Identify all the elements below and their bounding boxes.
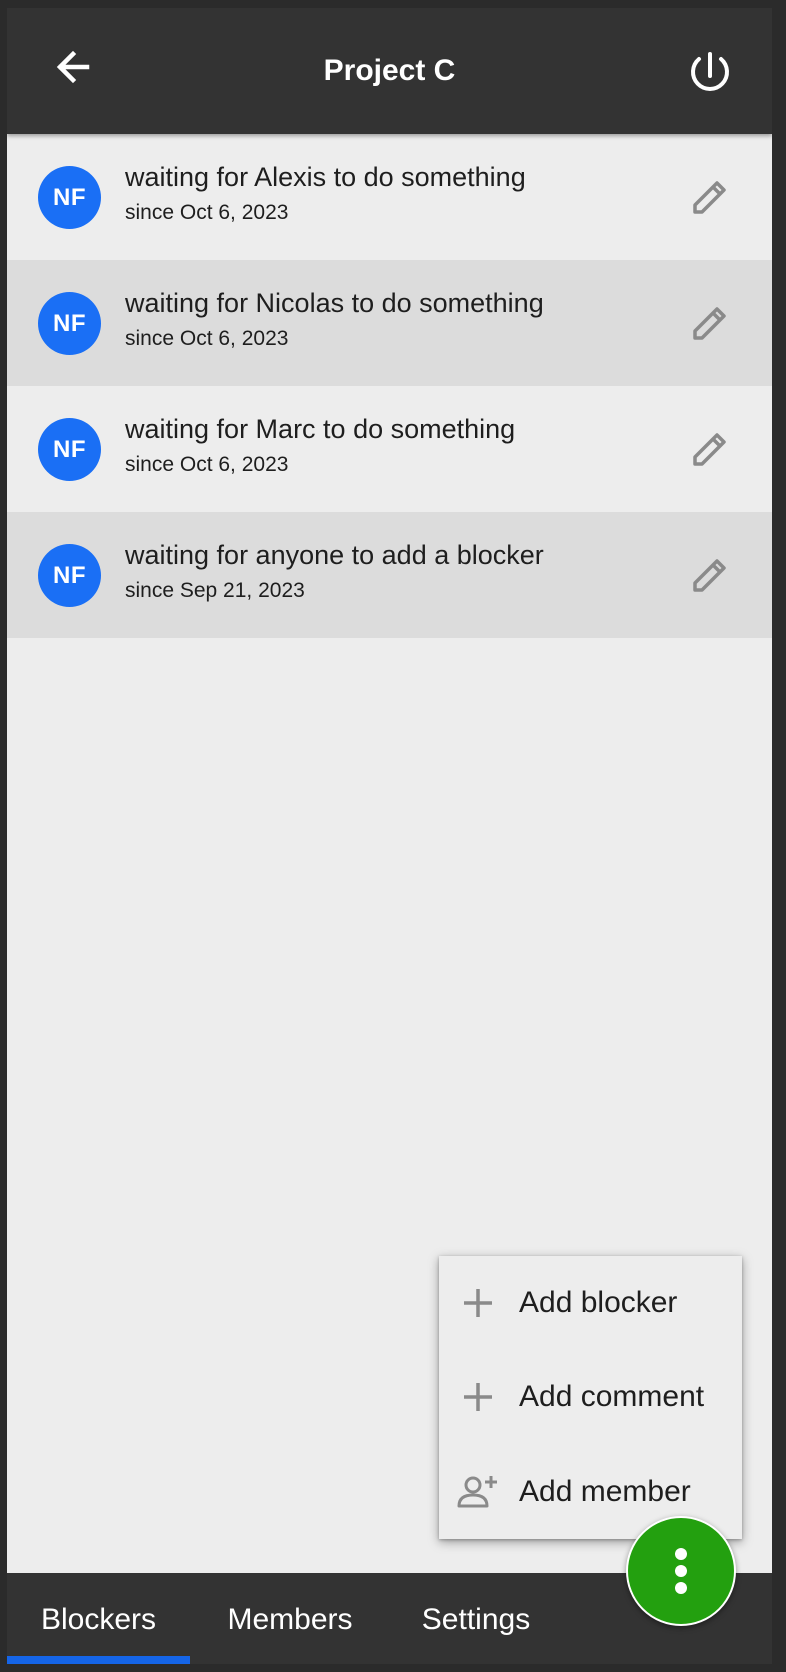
edit-button[interactable] [687, 552, 733, 598]
avatar: NF [38, 166, 101, 229]
fab-menu: Add blocker Add comment Add member [439, 1256, 742, 1539]
blocker-list: NF waiting for Alexis to do something si… [7, 134, 772, 638]
tab-members[interactable]: Members [197, 1573, 383, 1664]
app-screen: Project C NF waiting for Alexis to do so… [7, 8, 772, 1664]
blocker-title: waiting for anyone to add a blocker [125, 540, 544, 570]
add-comment-menu-item[interactable]: Add comment [439, 1350, 742, 1444]
power-icon [691, 52, 729, 91]
blocker-since: since Oct 6, 2023 [125, 327, 289, 350]
blocker-title: waiting for Alexis to do something [125, 162, 526, 192]
avatar: NF [38, 292, 101, 355]
menu-item-label: Add comment [519, 1380, 705, 1413]
blocker-row[interactable]: NF waiting for Marc to do something sinc… [7, 386, 772, 512]
more-actions-fab[interactable] [626, 1516, 736, 1626]
pencil-icon [693, 559, 726, 592]
power-button[interactable] [680, 48, 740, 108]
blocker-row[interactable]: NF waiting for Nicolas to do something s… [7, 260, 772, 386]
blocker-title: waiting for Marc to do something [125, 414, 516, 444]
edit-button[interactable] [687, 426, 733, 472]
plus-icon [464, 1383, 492, 1411]
blocker-since: since Sep 21, 2023 [125, 579, 305, 602]
more-vertical-icon [675, 1548, 687, 1594]
page-title: Project C [323, 54, 456, 87]
avatar: NF [38, 544, 101, 607]
blocker-row[interactable]: NF waiting for anyone to add a blocker s… [7, 512, 772, 638]
pencil-icon [693, 433, 726, 466]
menu-item-label: Add blocker [519, 1286, 678, 1319]
add-blocker-menu-item[interactable]: Add blocker [439, 1256, 742, 1350]
avatar: NF [38, 418, 101, 481]
active-tab-indicator [7, 1656, 190, 1664]
tab-blockers[interactable]: Blockers [7, 1573, 190, 1664]
blocker-since: since Oct 6, 2023 [125, 201, 289, 224]
pencil-icon [693, 307, 726, 340]
pencil-icon [693, 181, 726, 214]
tab-settings[interactable]: Settings [383, 1573, 569, 1664]
plus-icon [464, 1289, 492, 1317]
app-bar: Project C [7, 8, 772, 134]
arrow-left-icon [56, 50, 90, 84]
blocker-title: waiting for Nicolas to do something [125, 288, 544, 318]
blocker-row[interactable]: NF waiting for Alexis to do something si… [7, 134, 772, 260]
person-add-icon [457, 1476, 497, 1508]
blocker-since: since Oct 6, 2023 [125, 453, 289, 476]
edit-button[interactable] [687, 300, 733, 346]
edit-button[interactable] [687, 174, 733, 220]
back-button[interactable] [44, 48, 104, 108]
